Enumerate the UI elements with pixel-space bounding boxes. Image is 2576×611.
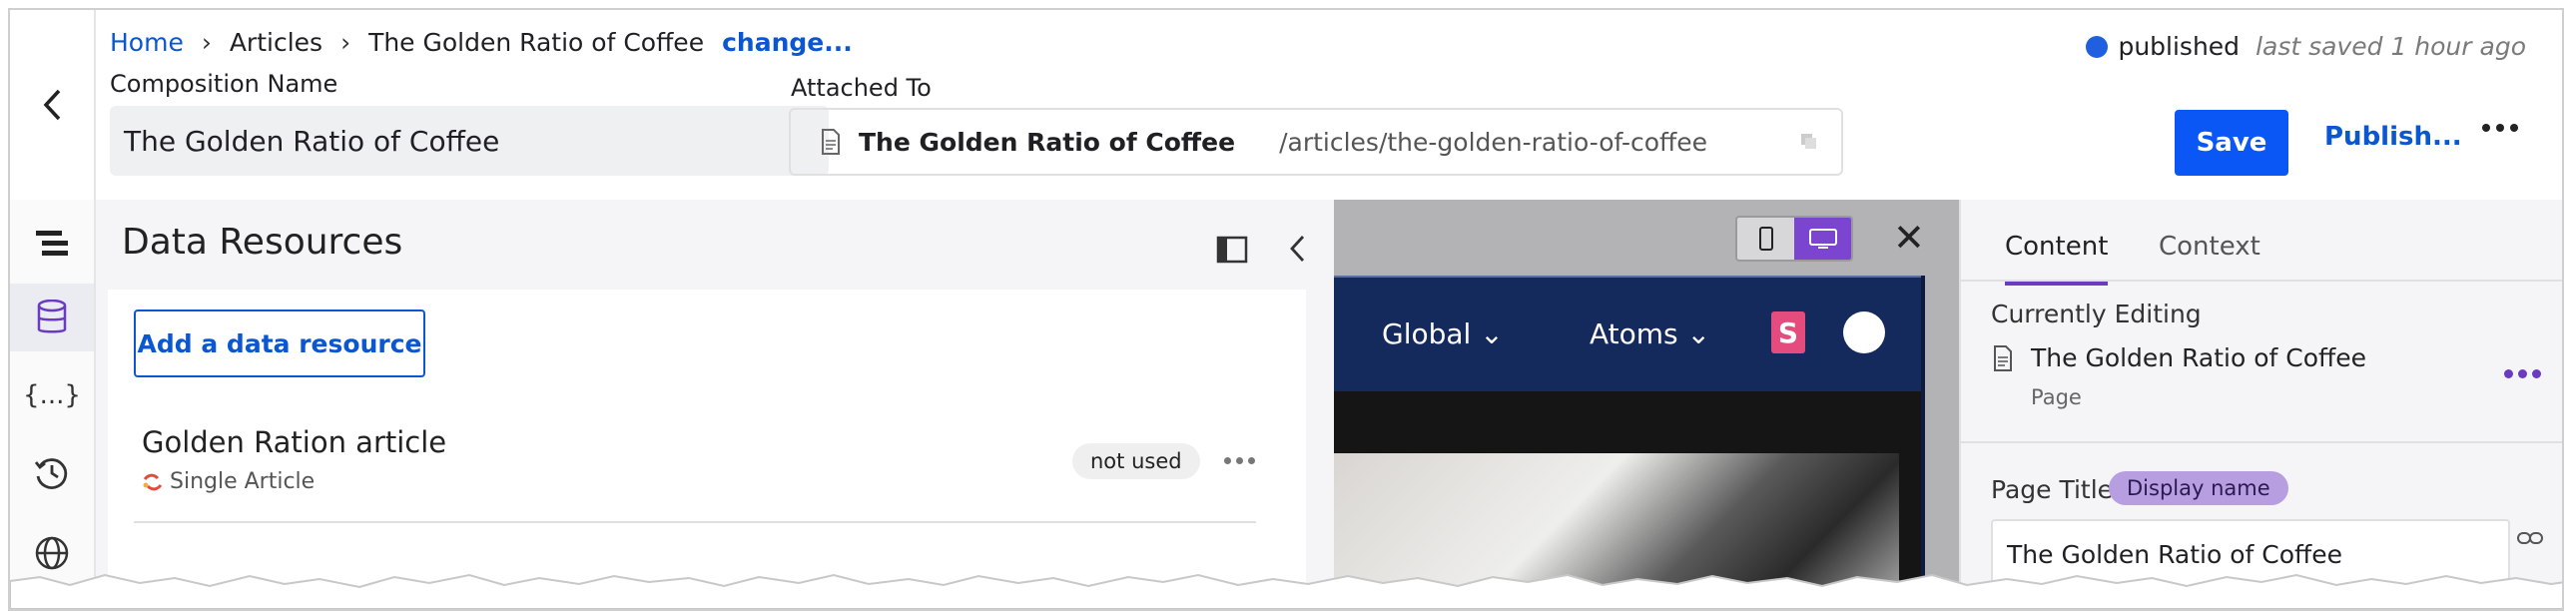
desktop-view-icon[interactable] xyxy=(1794,218,1851,260)
editing-more-icon[interactable] xyxy=(2504,369,2541,378)
github-icon[interactable] xyxy=(1843,311,1885,353)
json-icon[interactable]: {...} xyxy=(10,361,94,429)
nav-atoms[interactable]: Atoms ⌄ xyxy=(1590,317,1710,350)
add-data-resource-button[interactable]: Add a data resource xyxy=(134,309,425,377)
chevron-left-icon xyxy=(43,89,61,121)
site-nav: Global ⌄ Atoms ⌄ S xyxy=(1334,276,1921,393)
copy-icon[interactable] xyxy=(1799,132,1819,152)
link-icon[interactable] xyxy=(2516,529,2544,547)
divider xyxy=(1961,441,2562,443)
nav-global-label: Global xyxy=(1382,317,1472,350)
storybook-logo-icon[interactable]: S xyxy=(1771,311,1805,353)
status-label: published xyxy=(2118,32,2241,61)
resource-more-icon[interactable] xyxy=(1224,457,1255,464)
structure-icon[interactable] xyxy=(10,210,94,278)
divider xyxy=(134,521,1256,523)
page-title-label: Page Title xyxy=(1991,475,2114,504)
editing-item-title: The Golden Ratio of Coffee xyxy=(2031,343,2367,372)
nav-global[interactable]: Global ⌄ xyxy=(1382,317,1504,350)
app-window: Home › Articles › The Golden Ratio of Co… xyxy=(8,8,2564,611)
status-badge: not used xyxy=(1072,443,1200,479)
more-options-icon[interactable] xyxy=(2482,124,2518,132)
left-rail: {...} xyxy=(10,200,96,609)
change-link[interactable]: change... xyxy=(722,28,853,57)
chevron-right-icon: › xyxy=(340,28,351,57)
breadcrumb-home[interactable]: Home xyxy=(110,28,184,57)
publish-button[interactable]: Publish... xyxy=(2324,122,2462,152)
currently-editing-label: Currently Editing xyxy=(1991,300,2202,328)
panel-title: Data Resources xyxy=(122,222,403,263)
tab-content[interactable]: Content xyxy=(2005,232,2109,286)
data-resources-panel: Data Resources Add a data resource Golde… xyxy=(96,200,1334,609)
dock-panel-icon[interactable] xyxy=(1216,236,1248,264)
divider xyxy=(1961,280,2562,282)
nav-atoms-label: Atoms xyxy=(1590,317,1678,350)
last-saved-text: last saved 1 hour ago xyxy=(2255,32,2526,61)
breadcrumb-current: The Golden Ratio of Coffee xyxy=(368,28,705,57)
breadcrumb-articles[interactable]: Articles xyxy=(230,28,322,57)
history-icon[interactable] xyxy=(10,439,94,507)
save-button[interactable]: Save xyxy=(2175,110,2288,176)
attached-path: /articles/the-golden-ratio-of-coffee xyxy=(1279,127,1708,157)
resource-type: Single Article xyxy=(142,469,315,494)
display-name-badge: Display name xyxy=(2109,471,2288,505)
publish-status: published last saved 1 hour ago xyxy=(2086,32,2526,61)
attached-to-field[interactable]: The Golden Ratio of Coffee /articles/the… xyxy=(789,108,1843,176)
document-icon xyxy=(822,129,840,155)
contentful-icon xyxy=(143,473,163,490)
properties-panel: Content Context Currently Editing The Go… xyxy=(1959,200,2562,609)
site-preview: Global ⌄ Atoms ⌄ S xyxy=(1334,276,1925,609)
database-icon[interactable] xyxy=(10,284,94,351)
tab-context[interactable]: Context xyxy=(2159,232,2260,262)
resource-type-label: Single Article xyxy=(170,469,316,494)
collapse-panel-icon[interactable] xyxy=(1288,234,1306,264)
mobile-view-icon[interactable] xyxy=(1737,218,1794,260)
close-preview-icon[interactable]: ✕ xyxy=(1893,216,1925,260)
composition-name-label: Composition Name xyxy=(110,70,338,98)
breadcrumb: Home › Articles › The Golden Ratio of Co… xyxy=(110,28,853,57)
document-icon xyxy=(1994,345,2012,371)
editing-item-type: Page xyxy=(2031,385,2082,409)
device-toggle[interactable] xyxy=(1735,216,1853,262)
attached-title: The Golden Ratio of Coffee xyxy=(859,127,1236,157)
status-dot-icon xyxy=(2086,35,2109,58)
attached-to-label: Attached To xyxy=(791,74,932,102)
composition-name-input[interactable]: The Golden Ratio of Coffee xyxy=(110,106,829,176)
resource-name[interactable]: Golden Ration article xyxy=(142,425,446,459)
chevron-right-icon: › xyxy=(201,28,212,57)
torn-edge xyxy=(10,573,2562,609)
back-button[interactable] xyxy=(10,10,96,200)
